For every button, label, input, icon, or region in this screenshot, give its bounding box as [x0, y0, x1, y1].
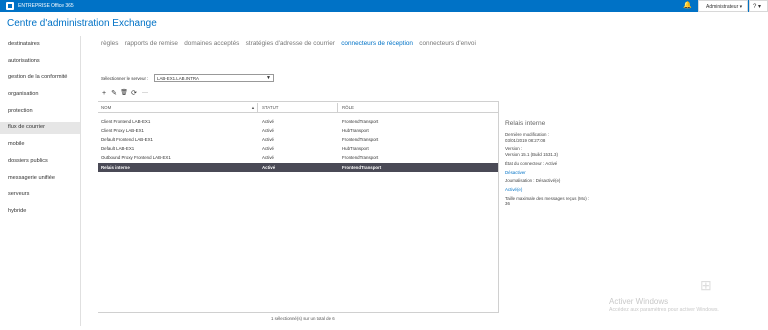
nav-item-flux-de-courrier[interactable]: flux de courrier [0, 122, 80, 134]
cell-status: Activé [262, 146, 274, 151]
left-nav: destinataires autorisations gestion de l… [0, 36, 80, 330]
nav-item-destinataires[interactable]: destinataires [0, 39, 80, 50]
table-row[interactable]: Default Frontend LAB-EX1 Activé Frontend… [98, 135, 498, 144]
edit-icon[interactable]: ✎ [110, 89, 118, 98]
tab-bar: règles rapports de remise domaines accep… [101, 40, 480, 47]
cell-role: FrontendTransport [342, 155, 379, 160]
column-header-name[interactable]: NOM [101, 105, 111, 110]
version-value: Version 15.1 (Build 1531.3) [505, 152, 558, 158]
max-size-value: 36 [505, 201, 510, 207]
nav-item-serveurs[interactable]: serveurs [0, 189, 80, 200]
nav-item-protection[interactable]: protection [0, 106, 80, 117]
tab-domaines-acceptes[interactable]: domaines acceptés [184, 40, 239, 47]
column-divider [257, 103, 258, 113]
nav-item-organisation[interactable]: organisation [0, 89, 80, 100]
cell-status: Activé [262, 155, 274, 160]
deactivate-link[interactable]: Désactiver [505, 170, 665, 176]
tab-rapports-de-remise[interactable]: rapports de remise [125, 40, 178, 47]
server-select[interactable]: LAB-EX1.LAB.INTRA ▼ [154, 74, 274, 82]
table-header: NOM ▲ STATUT RÔLE [98, 101, 498, 113]
table-footer-divider [98, 312, 498, 313]
tab-connecteurs-envoi[interactable]: connecteurs d'envoi [419, 40, 476, 47]
table-row[interactable]: Outbound Proxy Frontend LAB-EX1 Activé F… [98, 153, 498, 162]
tab-strategies-adresse[interactable]: stratégies d'adresse de courrier [246, 40, 335, 47]
cell-role: HubTransport [342, 146, 369, 151]
table-row[interactable]: Client Proxy LAB-EX1 Activé HubTransport [98, 126, 498, 135]
activate-link[interactable]: Activé(e) [505, 187, 665, 193]
cell-name: Default Frontend LAB-EX1 [101, 137, 153, 142]
nav-item-autorisations[interactable]: autorisations [0, 56, 80, 67]
cell-role: FrontendTransport [342, 119, 379, 124]
nav-item-hybride[interactable]: hybride [0, 206, 80, 217]
delete-icon[interactable]: 🗑 [120, 89, 128, 98]
details-title: Relais interne [505, 120, 546, 127]
admin-menu-button[interactable]: Administrateur ▾ [698, 0, 748, 12]
cell-name: Outbound Proxy Frontend LAB-EX1 [101, 155, 171, 160]
chevron-down-icon: ▼ [266, 75, 271, 81]
watermark-subtitle: Accédez aux paramètres pour activer Wind… [609, 307, 719, 313]
cell-name: Relais interne [101, 165, 130, 170]
cell-name: Client Proxy LAB-EX1 [101, 128, 144, 133]
cell-role: FrontendTransport [342, 137, 379, 142]
cell-name: Client Frontend LAB-EX1 [101, 119, 151, 124]
help-menu-button[interactable]: ? ▾ [749, 0, 768, 12]
server-select-label: Sélectionner le serveur : [101, 76, 149, 81]
modified-value: 03/01/2019 08:27:08 [505, 137, 546, 143]
details-pane: Relais interne Dernière modification : 0… [505, 120, 665, 207]
nav-divider [80, 36, 81, 326]
tab-regles[interactable]: règles [101, 40, 118, 47]
brand-label[interactable]: ENTREPRISE [18, 3, 50, 9]
column-header-role[interactable]: RÔLE [342, 105, 354, 110]
details-divider [498, 101, 499, 313]
cell-status: Activé [262, 137, 274, 142]
table-row-selected[interactable]: Relais interne Activé FrontendTransport [98, 163, 498, 172]
office-logo-icon[interactable] [6, 2, 14, 10]
office365-link[interactable]: Office 365 [51, 3, 74, 9]
cell-name: Default LAB-EX1 [101, 146, 135, 151]
refresh-icon[interactable]: ⟳ [130, 89, 138, 98]
activation-watermark: Activer Windows Accédez aux paramètres p… [609, 297, 719, 313]
nav-item-conformite[interactable]: gestion de la conformité [0, 72, 80, 83]
column-divider [337, 103, 338, 113]
server-select-value: LAB-EX1.LAB.INTRA [157, 76, 199, 81]
connector-state: État du connecteur : Activé [505, 160, 558, 166]
windows-logo-icon: ⊞ [700, 277, 712, 293]
more-icon[interactable]: ··· [141, 89, 149, 98]
logging-state: Journalisation : Désactivé(e) [505, 178, 561, 184]
bell-icon[interactable]: 🔔 [683, 2, 692, 10]
table-row[interactable]: Client Frontend LAB-EX1 Activé FrontendT… [98, 117, 498, 126]
top-bar: ENTREPRISE Office 365 🔔 Administrateur ▾… [0, 0, 768, 12]
page-title: Centre d'administration Exchange [7, 18, 157, 29]
nav-item-mobile[interactable]: mobile [0, 139, 80, 150]
selection-status: 1 sélectionné(s) sur un total de 6 [271, 316, 335, 321]
column-header-status[interactable]: STATUT [262, 105, 278, 110]
cell-status: Activé [262, 119, 274, 124]
add-icon[interactable]: + [100, 89, 108, 98]
cell-status: Activé [262, 165, 276, 170]
table-row[interactable]: Default LAB-EX1 Activé HubTransport [98, 144, 498, 153]
cell-role: FrontendTransport [342, 165, 382, 170]
tab-connecteurs-reception[interactable]: connecteurs de réception [341, 40, 413, 47]
connectors-table: NOM ▲ STATUT RÔLE Client Frontend LAB-EX… [98, 101, 498, 313]
sort-ascending-icon: ▲ [251, 105, 255, 110]
watermark-title: Activer Windows [609, 297, 669, 306]
cell-role: HubTransport [342, 128, 369, 133]
nav-item-messagerie-unifiee[interactable]: messagerie unifiée [0, 173, 80, 184]
nav-item-dossiers-publics[interactable]: dossiers publics [0, 156, 80, 167]
cell-status: Activé [262, 128, 274, 133]
